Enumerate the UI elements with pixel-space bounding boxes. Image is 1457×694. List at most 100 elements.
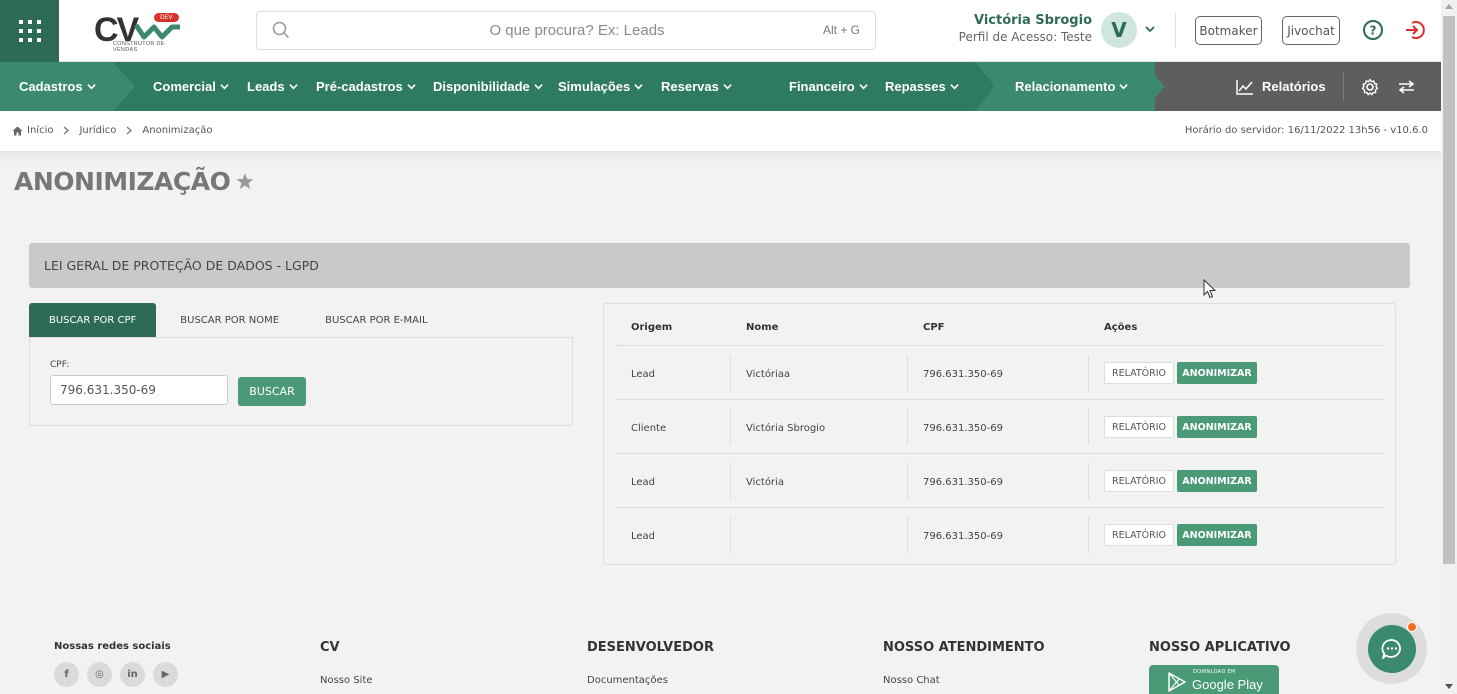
- chevron-down-icon: [1119, 84, 1129, 90]
- help-icon[interactable]: ?: [1362, 19, 1384, 41]
- logo-dev-badge: DEV: [154, 13, 179, 22]
- column-header-origem: Origem: [631, 322, 673, 333]
- column-divider: [907, 409, 908, 445]
- google-play-icon: [1168, 672, 1186, 692]
- footer-link-nosso-chat[interactable]: Nosso Chat: [883, 675, 940, 686]
- nav-item-disponibilidade[interactable]: Disponibilidade: [433, 62, 543, 111]
- nav-item-leads[interactable]: Leads: [247, 62, 298, 111]
- search-input[interactable]: [297, 12, 777, 49]
- chevron-down-icon: [950, 84, 959, 90]
- nav-item-cadastros[interactable]: Cadastros: [19, 62, 96, 111]
- footer-social-title: Nossas redes sociais: [54, 641, 171, 652]
- nav-item-pre-cadastros[interactable]: Pré-cadastros: [316, 62, 416, 111]
- star-icon[interactable]: [236, 173, 254, 190]
- jivochat-button[interactable]: Jivochat: [1282, 16, 1340, 45]
- cell-origem: Lead: [631, 477, 656, 488]
- cv-logo[interactable]: CV DEV CONSTRUTOR DE VENDAS: [92, 11, 184, 53]
- chevron-down-icon: [288, 84, 298, 90]
- nav-item-reservas[interactable]: Reservas: [661, 62, 732, 111]
- cell-cpf: 796.631.350-69: [923, 423, 1003, 434]
- home-icon: [12, 126, 23, 135]
- tab-buscar-por-cpf[interactable]: BUSCAR POR CPF: [29, 303, 157, 337]
- anonimizar-button[interactable]: ANONIMIZAR: [1177, 470, 1257, 492]
- scroll-down-arrow[interactable]: [1445, 684, 1453, 689]
- swap-icon[interactable]: [1398, 80, 1415, 94]
- youtube-icon[interactable]: ▶: [153, 662, 178, 687]
- column-divider: [907, 517, 908, 553]
- nav-item-financeiro[interactable]: Financeiro: [789, 62, 868, 111]
- chart-line-icon: [1236, 79, 1253, 95]
- footer-link-nosso-site[interactable]: Nosso Site: [320, 675, 373, 686]
- search-icon: [272, 21, 290, 39]
- column-divider: [730, 517, 731, 553]
- top-header: CV DEV CONSTRUTOR DE VENDAS Alt + G Vict…: [0, 0, 1441, 62]
- footer-title-cv: CV: [320, 640, 340, 655]
- page-scrollbar[interactable]: [1441, 0, 1457, 694]
- nav-item-comercial[interactable]: Comercial: [153, 62, 229, 111]
- chat-notification-dot: [1407, 622, 1417, 632]
- cell-nome: Victóriaa: [746, 369, 791, 380]
- user-info[interactable]: Victória Sbrogio Perfil de Acesso: Teste: [940, 13, 1092, 44]
- anonimizar-button[interactable]: ANONIMIZAR: [1177, 524, 1257, 546]
- cell-cpf: 796.631.350-69: [923, 369, 1003, 380]
- relatorio-button[interactable]: RELATÓRIO: [1104, 362, 1174, 384]
- nav-item-relacionamento[interactable]: Relacionamento: [1015, 62, 1129, 111]
- gear-icon[interactable]: [1361, 78, 1379, 96]
- breadcrumb-current: Anonimização: [142, 125, 213, 136]
- relatorio-button[interactable]: RELATÓRIO: [1104, 470, 1174, 492]
- logo-subtitle: CONSTRUTOR DE VENDAS: [113, 41, 165, 53]
- anonimizar-button[interactable]: ANONIMIZAR: [1177, 362, 1257, 384]
- chat-icon: [1381, 638, 1401, 659]
- breadcrumb-home[interactable]: Início: [27, 125, 53, 136]
- nav-item-simulacoes[interactable]: Simulações: [558, 62, 643, 111]
- anonimizar-button[interactable]: ANONIMIZAR: [1177, 416, 1257, 438]
- cell-cpf: 796.631.350-69: [923, 531, 1003, 542]
- chevron-down-icon: [534, 84, 543, 90]
- footer-title-desenvolvedor: DESENVOLVEDOR: [587, 640, 714, 655]
- linkedin-icon[interactable]: in: [120, 662, 145, 687]
- instagram-icon[interactable]: ◎: [87, 662, 112, 687]
- column-divider: [1088, 463, 1089, 499]
- chat-widget-button[interactable]: [1356, 613, 1427, 684]
- footer-link-documentacoes[interactable]: Documentações: [587, 675, 668, 686]
- chevron-down-icon: [86, 84, 96, 90]
- avatar[interactable]: V: [1101, 12, 1137, 48]
- global-search[interactable]: Alt + G: [256, 11, 876, 50]
- column-divider: [730, 463, 731, 499]
- table-row: Lead Victória 796.631.350-69 RELATÓRIO A…: [604, 454, 1395, 508]
- column-divider: [1088, 517, 1089, 553]
- footer-title-aplicativo: NOSSO APLICATIVO: [1149, 640, 1291, 655]
- breadcrumb: Início Jurídico Anonimização: [12, 125, 212, 136]
- facebook-icon[interactable]: f: [54, 662, 79, 687]
- footer-title-atendimento: NOSSO ATENDIMENTO: [883, 640, 1045, 655]
- table-row: Lead Victóriaa 796.631.350-69 RELATÓRIO …: [604, 346, 1395, 400]
- cell-origem: Lead: [631, 369, 656, 380]
- botmaker-button[interactable]: Botmaker: [1195, 16, 1262, 45]
- logout-icon[interactable]: [1404, 19, 1426, 41]
- google-play-badge[interactable]: DOWNLOAD EM Google Play: [1149, 665, 1279, 694]
- scroll-thumb[interactable]: [1443, 16, 1455, 564]
- nav-item-repasses[interactable]: Repasses: [885, 62, 959, 111]
- breadcrumb-juridico[interactable]: Jurídico: [79, 125, 116, 136]
- apps-grid-button[interactable]: [0, 0, 59, 62]
- chevron-down-icon: [859, 84, 868, 90]
- column-divider: [1088, 355, 1089, 391]
- relatorio-button[interactable]: RELATÓRIO: [1104, 416, 1174, 438]
- cell-nome: Victória Sbrogio: [746, 423, 826, 434]
- nav-arrow: [1143, 62, 1165, 111]
- chevron-down-icon: [723, 84, 732, 90]
- cpf-input[interactable]: [50, 375, 228, 405]
- cpf-search-panel: CPF: BUSCAR: [29, 337, 573, 426]
- relatorio-button[interactable]: RELATÓRIO: [1104, 524, 1174, 546]
- tab-buscar-por-email[interactable]: BUSCAR POR E-MAIL: [303, 303, 449, 337]
- scroll-up-arrow[interactable]: [1445, 4, 1453, 9]
- cell-nome: Victória: [746, 477, 784, 488]
- chat-widget-inner: [1367, 624, 1416, 673]
- chevron-down-icon[interactable]: [1144, 23, 1156, 35]
- column-divider: [730, 409, 731, 445]
- svg-text:?: ?: [1370, 24, 1377, 38]
- nav-item-relatorios[interactable]: Relatórios: [1236, 62, 1326, 111]
- breadcrumb-shadow: [0, 151, 1441, 163]
- buscar-button[interactable]: BUSCAR: [238, 377, 306, 406]
- tab-buscar-por-nome[interactable]: BUSCAR POR NOME: [156, 303, 303, 337]
